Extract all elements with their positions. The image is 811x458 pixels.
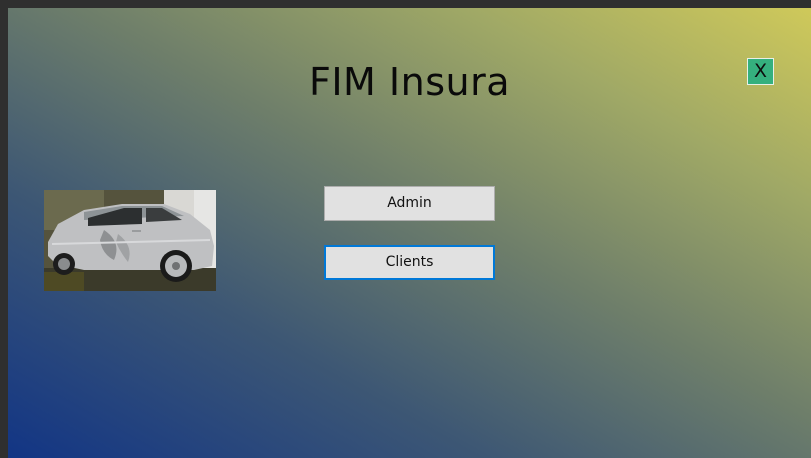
- app-title: FIM Insura: [308, 60, 510, 104]
- car-photo: [44, 190, 216, 291]
- damaged-car-image: [44, 190, 216, 291]
- close-button[interactable]: X: [747, 58, 774, 85]
- window-frame: FIM Insura X Admin Clients: [0, 0, 811, 458]
- main-window: FIM Insura X Admin Clients: [8, 8, 811, 458]
- admin-button[interactable]: Admin: [324, 186, 495, 221]
- clients-button[interactable]: Clients: [324, 245, 495, 280]
